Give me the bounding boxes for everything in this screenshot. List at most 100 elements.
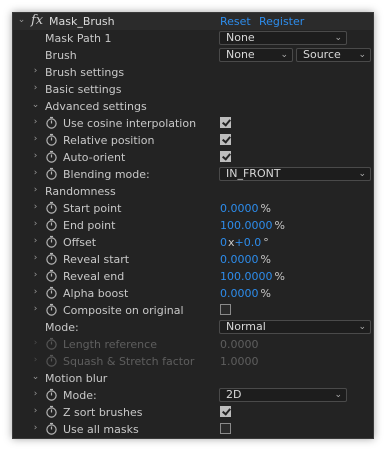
alpha-boost-row: › Alpha boost 0.0000% [13,285,373,302]
blending-label: Blending mode: [63,168,150,181]
end-point-row: › End point 100.0000% [13,217,373,234]
chevron-down-icon: ⌄ [358,322,366,332]
chevron-right-icon[interactable]: › [31,237,40,246]
stopwatch-icon[interactable] [45,422,58,435]
brush-source-value: Source [303,48,341,61]
length-reference-number: 0.0000 [220,338,259,351]
chevron-right-icon[interactable]: › [31,407,40,416]
squash-row: › Squash & Stretch factor 1.0000 [13,353,373,370]
percent-unit: % [274,270,285,283]
blur-mode-dropdown[interactable]: 2D ⌄ [219,388,347,402]
orient-checkbox[interactable] [220,151,231,162]
stopwatch-icon[interactable] [45,405,58,418]
chevron-right-icon[interactable]: › [31,67,40,76]
fx-icon[interactable]: fx [31,13,43,29]
length-reference-value: 0.0000 [220,337,259,352]
all-masks-checkbox[interactable] [220,423,231,434]
end-point-number[interactable]: 100.0000 [220,219,273,232]
chevron-right-icon[interactable]: › [31,135,40,144]
chevron-right-icon[interactable]: › [31,271,40,280]
chevron-right-icon[interactable]: › [31,169,40,178]
chevron-right-icon[interactable]: › [31,186,40,195]
start-point-value[interactable]: 0.0000% [220,201,271,216]
chevron-right-icon[interactable]: › [31,254,40,263]
reset-link[interactable]: Reset [220,14,251,29]
blending-dropdown[interactable]: IN_FRONT ⌄ [219,167,371,181]
percent-unit: % [260,253,271,266]
brush-layer-value: None [226,48,255,61]
stopwatch-icon[interactable] [45,167,58,180]
length-reference-label: Length reference [63,338,157,351]
offset-label: Offset [63,236,97,249]
reveal-end-row: › Reveal end 100.0000% [13,268,373,285]
reveal-start-value[interactable]: 0.0000% [220,252,271,267]
stopwatch-icon[interactable] [45,388,58,401]
start-point-number[interactable]: 0.0000 [220,202,259,215]
z-sort-row: › Z sort brushes [13,404,373,421]
group-randomness[interactable]: › Randomness [13,183,373,200]
brush-label: Brush [45,49,77,62]
degree-unit: ° [263,236,269,249]
blur-mode-value: 2D [226,388,242,401]
effect-controls-panel: ⌄ fx Mask_Brush Reset Register Mask Path… [12,12,374,439]
group-label: Motion blur [45,372,108,385]
chevron-right-icon[interactable]: › [31,390,40,399]
brush-source-dropdown[interactable]: Source ⌄ [296,48,371,62]
chevron-right-icon[interactable]: › [31,424,40,433]
effect-name[interactable]: Mask_Brush [49,14,115,29]
chevron-right-icon[interactable]: › [31,152,40,161]
offset-value[interactable]: 0x+0.0 ° [220,235,269,250]
stopwatch-icon[interactable] [45,252,58,265]
offset-degrees[interactable]: +0.0 [235,236,262,249]
blending-row: › Blending mode: IN_FRONT ⌄ [13,166,373,183]
stopwatch-icon[interactable] [45,303,58,316]
percent-unit: % [274,219,285,232]
group-basic-settings[interactable]: › Basic settings [13,81,373,98]
brush-layer-dropdown[interactable]: None ⌄ [219,48,293,62]
alpha-boost-number[interactable]: 0.0000 [220,287,259,300]
stopwatch-icon[interactable] [45,235,58,248]
chevron-down-icon: ⌄ [358,50,366,60]
chevron-right-icon[interactable]: › [31,203,40,212]
end-point-value[interactable]: 100.0000% [220,218,285,233]
register-link[interactable]: Register [259,14,304,29]
stopwatch-icon[interactable] [45,116,58,129]
composite-checkbox[interactable] [220,304,231,315]
chevron-down-icon[interactable]: ⌄ [17,16,26,25]
stopwatch-icon[interactable] [45,269,58,282]
length-reference-row: › Length reference 0.0000 [13,336,373,353]
mode-dropdown[interactable]: Normal ⌄ [219,320,371,334]
group-motion-blur[interactable]: ⌄ Motion blur [13,370,373,387]
alpha-boost-value[interactable]: 0.0000% [220,286,271,301]
stopwatch-icon[interactable] [45,201,58,214]
mask-path-dropdown[interactable]: None ⌄ [219,31,347,45]
chevron-down-icon[interactable]: ⌄ [31,101,40,110]
stopwatch-icon[interactable] [45,133,58,146]
orient-label: Auto-orient [63,151,126,164]
chevron-right-icon[interactable]: › [31,118,40,127]
z-sort-checkbox[interactable] [220,406,231,417]
group-brush-settings[interactable]: › Brush settings [13,64,373,81]
stopwatch-icon[interactable] [45,286,58,299]
mask-path-value: None [226,31,255,44]
effect-header: ⌄ fx Mask_Brush Reset Register [13,13,373,30]
chevron-right-icon[interactable]: › [31,305,40,314]
reveal-start-row: › Reveal start 0.0000% [13,251,373,268]
group-label: Randomness [45,185,116,198]
chevron-right-icon[interactable]: › [31,220,40,229]
stopwatch-icon[interactable] [45,150,58,163]
reveal-start-label: Reveal start [63,253,130,266]
chevron-right-icon: › [33,355,38,365]
chevron-right-icon[interactable]: › [31,84,40,93]
end-point-label: End point [63,219,116,232]
stopwatch-icon[interactable] [45,218,58,231]
reveal-end-value[interactable]: 100.0000% [220,269,285,284]
reveal-end-number[interactable]: 100.0000 [220,270,273,283]
chevron-down-icon[interactable]: ⌄ [31,373,40,382]
offset-turns[interactable]: 0 [220,236,227,249]
relative-checkbox[interactable] [220,134,231,145]
cosine-checkbox[interactable] [220,117,231,128]
reveal-start-number[interactable]: 0.0000 [220,253,259,266]
group-advanced-settings[interactable]: ⌄ Advanced settings [13,98,373,115]
chevron-right-icon[interactable]: › [31,288,40,297]
